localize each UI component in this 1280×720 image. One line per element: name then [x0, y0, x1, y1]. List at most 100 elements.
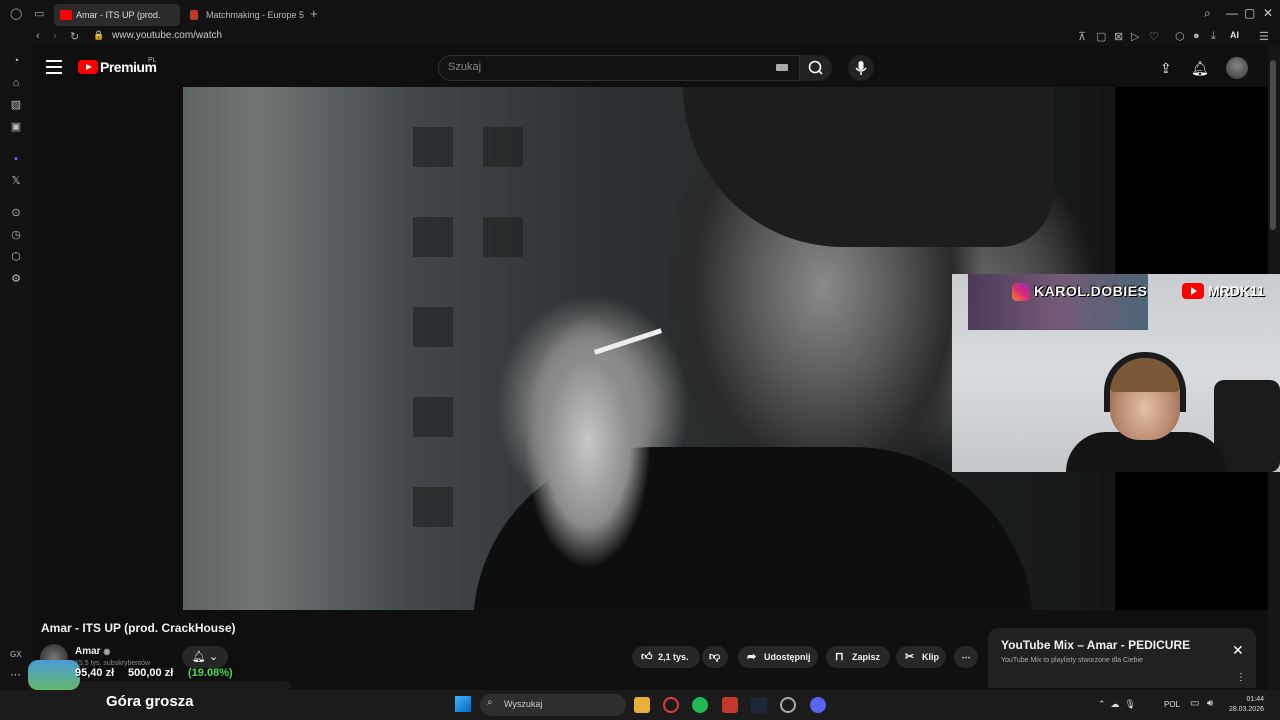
windows-start-icon[interactable] [455, 696, 471, 712]
taskbar-search-placeholder: Wyszukaj [504, 699, 543, 709]
steam-icon[interactable] [751, 697, 767, 713]
ai-button[interactable]: AI [1230, 30, 1239, 40]
minimize-icon[interactable]: — [1226, 6, 1238, 20]
youtube-favicon-icon [60, 10, 72, 20]
search-button[interactable] [800, 55, 832, 81]
more-actions-button[interactable]: ⋯ [954, 646, 978, 668]
discord-icon[interactable] [810, 697, 826, 713]
subscribed-bell-button[interactable]: 🔔︎ ⌄ [182, 646, 228, 668]
aria-icon[interactable]: ⌂ [9, 76, 23, 90]
player-icon[interactable]: ⊙ [9, 206, 23, 220]
extensions-icon[interactable]: ⬡ [1175, 30, 1185, 43]
save-button[interactable]: ⊓ Zapisz [826, 646, 890, 668]
keyboard-icon[interactable] [776, 64, 788, 71]
mix-close-icon[interactable]: ✕ [1232, 642, 1244, 659]
channel-name[interactable]: Amar ◉ [75, 646, 110, 657]
tab-label: Amar - ITS UP (prod. [76, 10, 161, 20]
mix-title: YouTube Mix – Amar - PEDICURE [1001, 638, 1191, 652]
background-window [413, 487, 453, 527]
search-input[interactable] [438, 55, 800, 81]
background-window [413, 397, 453, 437]
clip-label: Klip [922, 652, 939, 662]
faceit-icon[interactable] [780, 697, 796, 713]
language-indicator[interactable]: POL [1164, 700, 1180, 709]
taskbar-search-input[interactable] [480, 694, 626, 716]
youtube-channel-handle: MRDK11 [1208, 283, 1265, 299]
background-window [413, 307, 453, 347]
url-field[interactable]: www.youtube.com/watch [112, 30, 222, 41]
scrollbar-thumb[interactable] [1270, 60, 1276, 230]
bell-icon: 🔔︎ [191, 651, 206, 663]
search-tabs-icon[interactable]: ⌕ [1204, 6, 1211, 21]
scissors-icon: ✂ [905, 651, 915, 663]
gx-label: GX [10, 650, 22, 659]
new-tab-button[interactable]: + [310, 6, 318, 21]
microphone-icon [855, 61, 867, 75]
opera-logo-icon[interactable]: ◯ [10, 7, 22, 20]
tab-overview-icon[interactable]: ▭ [34, 7, 44, 20]
share-label: Udostępnij [764, 652, 811, 662]
background-window [413, 127, 453, 167]
voice-search-button[interactable] [848, 55, 874, 81]
menu-icon[interactable]: ☰ [1259, 30, 1269, 43]
back-icon[interactable]: ‹ [36, 30, 40, 42]
instagram-icon [1012, 283, 1030, 301]
spotify-icon[interactable] [692, 697, 708, 713]
forward-icon[interactable]: › [53, 30, 57, 42]
profile-icon[interactable]: ● [1193, 30, 1200, 42]
browser-sidebar: ◔ ⌂ ▨ ▣ ▪ 𝕏 ⊙ ◷ ⬡ ⚙ [0, 46, 32, 690]
mix-menu-icon[interactable]: ⋮ [1236, 672, 1246, 683]
file-explorer-icon[interactable] [634, 697, 650, 713]
opera-gx-icon[interactable] [663, 697, 679, 713]
bookmark-icon: ⊓ [835, 651, 844, 663]
shield-icon[interactable]: ⊠ [1114, 30, 1123, 43]
maximize-icon[interactable]: ▢ [1244, 6, 1255, 20]
menu-hamburger-icon[interactable] [46, 60, 62, 74]
lock-icon: 🔒 [93, 30, 105, 40]
like-count: 2,1 tys. [658, 652, 689, 662]
notifications-bell-icon[interactable]: 🔔︎ [1191, 60, 1209, 77]
play-icon[interactable]: ▷ [1131, 30, 1139, 43]
thumbs-up-icon: 👍︎ [641, 651, 653, 663]
speed-dial-icon[interactable]: ◔ [9, 54, 23, 68]
region-code: PL [148, 57, 157, 64]
donation-goal: 500,00 zł [128, 667, 174, 679]
settings-icon[interactable]: ⚙ [9, 272, 23, 286]
sidebar-more-icon[interactable]: ⋯ [10, 668, 21, 681]
close-icon[interactable]: ✕ [1263, 6, 1273, 20]
like-button[interactable]: 👍︎ 2,1 tys. [632, 646, 700, 668]
instagram-handle: KAROL.DOBIES [1034, 283, 1148, 299]
tab-matchmaking[interactable]: Matchmaking - Europe 5v [184, 4, 304, 26]
volume-icon[interactable]: 🔊︎ [1207, 698, 1213, 709]
upload-icon[interactable]: ⇪ [1160, 60, 1172, 77]
faceit-favicon-icon [190, 10, 198, 20]
youtube-badge-icon [1182, 283, 1204, 299]
heart-icon[interactable]: ♡ [1149, 30, 1159, 43]
share-button[interactable]: ➦ Udostępnij [738, 646, 818, 668]
tab-label: Matchmaking - Europe 5v [206, 10, 304, 20]
x-twitter-icon[interactable]: 𝕏 [9, 174, 23, 188]
thumbs-down-icon: 👎︎ [709, 651, 721, 663]
youtube-logo-icon[interactable] [78, 60, 98, 74]
extensions-sidebar-icon[interactable]: ⬡ [9, 250, 23, 264]
system-tray-icons[interactable]: ⌃ ☁ 🎙︎ [1098, 699, 1136, 710]
system-clock[interactable]: 01:44 28.03.2026 [1228, 695, 1264, 715]
clip-button[interactable]: ✂ Klip [896, 646, 946, 668]
download-icon[interactable]: ⤓ [1211, 30, 1216, 43]
account-avatar[interactable] [1226, 57, 1248, 79]
snapshot-icon[interactable]: ▢ [1096, 30, 1106, 43]
dislike-button[interactable]: 👎︎ [702, 646, 728, 668]
gx-corner-icon[interactable]: ▣ [9, 120, 23, 134]
network-icon[interactable]: ▭ [1190, 698, 1199, 709]
mix-subtitle: YouTube Mix to playlisty stworzone dla C… [1001, 657, 1143, 664]
gx-control-icon[interactable]: ▨ [9, 98, 23, 112]
brave-icon[interactable] [722, 697, 738, 713]
share-icon: ➦ [747, 651, 757, 663]
tab-youtube[interactable]: Amar - ITS UP (prod. [54, 4, 180, 26]
browser-tab-bar: ◯ ▭ Amar - ITS UP (prod. Matchmaking - E… [0, 0, 1280, 28]
pin-icon[interactable]: ⊼ [1078, 30, 1086, 43]
twitch-icon[interactable]: ▪ [9, 152, 23, 166]
history-icon[interactable]: ◷ [9, 228, 23, 242]
search-placeholder: Szukaj [448, 61, 482, 73]
reload-icon[interactable]: ↻ [70, 30, 79, 43]
